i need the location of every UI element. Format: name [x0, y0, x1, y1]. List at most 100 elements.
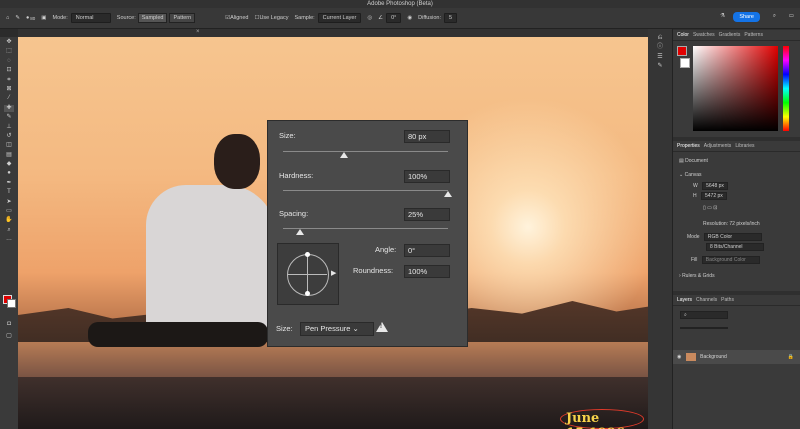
rooftop: [18, 342, 648, 377]
angle-input[interactable]: 0°: [404, 244, 450, 257]
adjust-icon[interactable]: ☰: [655, 54, 665, 61]
roundness-input[interactable]: 100%: [404, 265, 450, 278]
eyedropper-tool-icon[interactable]: ⁄: [4, 95, 14, 102]
type-tool-icon[interactable]: T: [4, 189, 14, 196]
frame-tool-icon[interactable]: ⊠: [4, 86, 14, 93]
home-icon[interactable]: ⌂: [6, 15, 9, 21]
dodge-tool-icon[interactable]: ●: [4, 170, 14, 177]
canvas-width-input[interactable]: 5648 px: [702, 182, 728, 190]
bit-depth-select[interactable]: 8 Bits/Channel: [706, 243, 764, 251]
angle-input[interactable]: 0°: [386, 13, 402, 23]
title-bar: Adobe Photoshop (Beta): [0, 0, 800, 8]
foreground-color-chip[interactable]: [677, 46, 687, 56]
clone-stamp-icon[interactable]: ⊥: [4, 124, 14, 131]
tab-layers[interactable]: Layers: [677, 297, 692, 303]
tab-libraries[interactable]: Libraries: [735, 143, 754, 149]
hand-tool-icon[interactable]: ✋: [4, 217, 14, 224]
mode-select[interactable]: Normal: [70, 13, 111, 23]
color-field[interactable]: [693, 46, 778, 131]
brush-settings-icon[interactable]: ▣: [41, 15, 46, 21]
blend-mode-select[interactable]: [680, 327, 728, 329]
healing-brush-icon[interactable]: ✚: [4, 104, 14, 112]
spacing-slider-track[interactable]: [283, 228, 448, 229]
sample-label: Sample:: [294, 15, 315, 21]
brushes-icon[interactable]: ✎: [655, 63, 665, 70]
spacing-input[interactable]: 25%: [404, 208, 450, 221]
path-select-icon[interactable]: ➤: [4, 199, 14, 206]
hardness-slider-handle[interactable]: [444, 191, 452, 197]
tab-swatches[interactable]: Swatches: [693, 32, 715, 38]
flask-icon[interactable]: ⚗: [720, 13, 725, 19]
background-color-chip[interactable]: [680, 58, 690, 68]
share-button[interactable]: Share: [733, 12, 760, 22]
marquee-tool-icon[interactable]: ⬚: [4, 48, 14, 55]
hardness-slider-track[interactable]: [283, 190, 448, 191]
tab-color[interactable]: Color: [677, 32, 689, 38]
tab-paths[interactable]: Paths: [721, 297, 734, 303]
workspace-icon[interactable]: ▭: [789, 13, 794, 19]
sample-select[interactable]: Current Layer: [317, 13, 362, 23]
tab-gradients[interactable]: Gradients: [719, 32, 741, 38]
background-color-swatch[interactable]: [7, 299, 16, 308]
canvas-expander-icon[interactable]: ⌄: [679, 172, 683, 178]
close-tab-icon[interactable]: ×: [196, 29, 200, 35]
gradient-tool-icon[interactable]: ▤: [4, 152, 14, 159]
document-tab-bar: ×: [18, 29, 648, 37]
size-control-select[interactable]: Pen Pressure ⌄: [300, 322, 374, 336]
history-icon[interactable]: ⎌: [655, 35, 665, 42]
layer-filter-select[interactable]: ⌕: [680, 311, 728, 319]
roundness-handle-bottom[interactable]: [305, 291, 310, 296]
size-slider-handle[interactable]: [340, 152, 349, 158]
eraser-tool-icon[interactable]: ◫: [4, 142, 14, 149]
hardness-input[interactable]: 100%: [404, 170, 450, 183]
fill-select[interactable]: Background Color: [701, 256, 760, 264]
brush-tool-icon[interactable]: ✎: [4, 114, 14, 121]
zoom-tool-icon[interactable]: ⌕: [4, 227, 14, 234]
source-label: Source:: [116, 15, 136, 21]
source-pattern-button[interactable]: Pattern: [169, 13, 196, 23]
sample-all-icon[interactable]: ◎: [367, 15, 372, 21]
more-tools-icon[interactable]: …: [4, 236, 14, 243]
hardness-label: Hardness:: [279, 171, 314, 180]
orientation-icon[interactable]: ▯ ▭ ⊡: [703, 205, 717, 211]
blur-tool-icon[interactable]: ◆: [4, 161, 14, 168]
source-sampled-button[interactable]: Sampled: [137, 13, 168, 23]
rulers-expander-icon[interactable]: ›: [679, 273, 681, 279]
size-input[interactable]: 80 px: [404, 130, 450, 143]
brush-angle-widget[interactable]: ▶: [277, 243, 339, 305]
properties-tabs: Properties Adjustments Libraries: [673, 141, 800, 152]
tab-adjustments[interactable]: Adjustments: [704, 143, 732, 149]
date-stamp: June 15,1996: [566, 411, 625, 429]
size-control-value: Pen Pressure: [305, 324, 351, 333]
layer-row[interactable]: ◉ Background 🔒: [673, 350, 800, 364]
history-brush-icon[interactable]: ↺: [4, 133, 14, 140]
size-control-label: Size:: [276, 324, 293, 333]
pressure-icon[interactable]: ◉: [407, 15, 412, 21]
diffusion-input[interactable]: 5: [443, 13, 458, 23]
pen-tool-icon[interactable]: ✒: [4, 180, 14, 187]
tab-patterns[interactable]: Patterns: [744, 32, 763, 38]
layer-thumbnail: [685, 352, 696, 361]
rectangle-tool-icon[interactable]: ▭: [4, 208, 14, 215]
search-icon[interactable]: ⌕: [773, 13, 776, 20]
brush-preset-picker[interactable]: ● 80: [26, 15, 35, 21]
info-icon[interactable]: ⓘ: [655, 44, 665, 51]
crop-tool-icon[interactable]: ⌗: [4, 77, 14, 84]
eye-icon[interactable]: ◉: [677, 354, 681, 360]
size-slider-track[interactable]: [283, 151, 448, 152]
lasso-tool-icon[interactable]: ◌: [4, 58, 14, 65]
tab-properties[interactable]: Properties: [677, 143, 700, 149]
quick-mask-icon[interactable]: ◘: [4, 321, 14, 328]
document-label: Document: [685, 158, 708, 164]
spacing-slider-handle[interactable]: [295, 229, 304, 235]
hue-slider[interactable]: [783, 46, 789, 131]
angle-arrow-icon[interactable]: ▶: [331, 269, 336, 277]
color-mode-select[interactable]: RGB Color: [703, 233, 762, 241]
move-tool-icon[interactable]: ✥: [4, 39, 14, 46]
screen-mode-icon[interactable]: ▢: [4, 333, 14, 340]
object-select-icon[interactable]: ⊡: [4, 67, 14, 74]
brush-tool-icon[interactable]: ✎: [15, 15, 20, 21]
tab-channels[interactable]: Channels: [696, 297, 717, 303]
roundness-handle-top[interactable]: [305, 252, 310, 257]
canvas-height-input[interactable]: 5472 px: [701, 192, 727, 200]
